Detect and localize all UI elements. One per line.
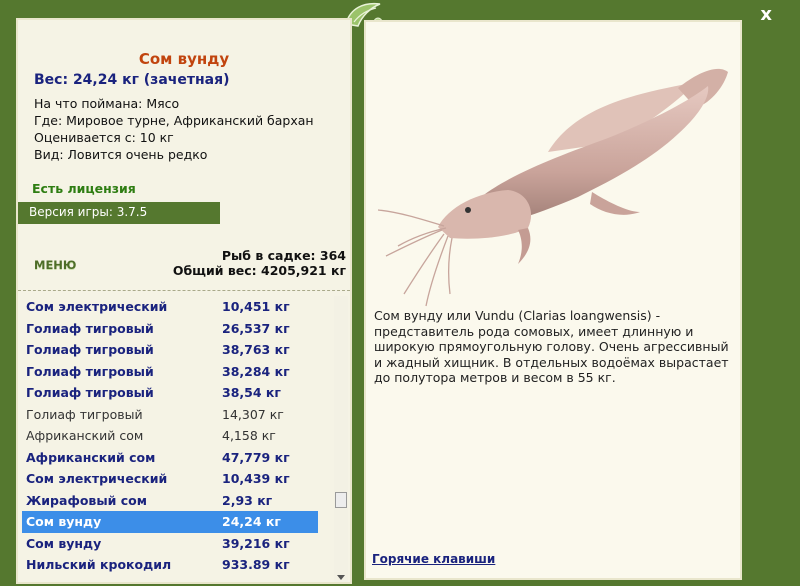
list-item-name: Африканский сом bbox=[26, 449, 156, 465]
list-item[interactable]: Сом электрический 10,439 кг bbox=[22, 468, 318, 490]
cage-count: Рыб в садке: 364 bbox=[221, 248, 346, 263]
list-item[interactable]: Африканский сом 4,158 кг bbox=[22, 425, 318, 447]
total-weight: Общий вес: 4205,921 кг bbox=[172, 263, 346, 278]
list-item[interactable]: Голиаф тигровый 38,54 кг bbox=[22, 382, 318, 404]
list-item-weight: 38,284 кг bbox=[222, 363, 290, 379]
list-item-weight: 26,537 кг bbox=[222, 320, 290, 336]
list-item-name: Сом вунду bbox=[26, 514, 102, 529]
list-item-name: Голиаф тигровый bbox=[26, 320, 154, 336]
list-item-weight: 4,158 кг bbox=[222, 428, 276, 443]
list-item-name: Голиаф тигровый bbox=[26, 406, 143, 422]
list-item-name: Жирафовый сом bbox=[26, 492, 147, 508]
list-item-weight: 2,93 кг bbox=[222, 492, 273, 508]
list-item-weight: 47,779 кг bbox=[222, 449, 290, 465]
list-item-name: Голиаф тигровый bbox=[26, 342, 154, 357]
fish-detail-panel: Сом вунду или Vundu (Clarias loangwensis… bbox=[364, 20, 742, 580]
list-item[interactable]: Африканский сом 47,779 кг bbox=[22, 447, 318, 469]
list-item[interactable]: Голиаф тигровый 38,763 кг bbox=[22, 339, 318, 361]
catch-list: Сом электрический 10,451 кг Голиаф тигровы… bbox=[18, 296, 330, 576]
list-divider bbox=[18, 290, 350, 291]
version-bar: Версия игры: 3.7.5 bbox=[18, 202, 220, 224]
list-item-selected[interactable]: Сом вунду 24,24 кг bbox=[22, 511, 318, 533]
hotkeys-link[interactable]: Горячие клавиши bbox=[372, 552, 495, 566]
window-frame: x Сом вунду Вес: 24,24 кг (зачетная) На … bbox=[0, 0, 800, 586]
list-item-weight: 14,307 кг bbox=[222, 406, 284, 422]
list-item-weight: 39,216 кг bbox=[222, 535, 290, 551]
list-item[interactable]: Сом вунду 39,216 кг bbox=[22, 533, 318, 555]
list-item-name: Голиаф тигровый bbox=[26, 363, 154, 379]
menu-button[interactable]: МЕНЮ bbox=[34, 258, 76, 272]
fish-description: Сом вунду или Vundu (Clarias loangwensis… bbox=[374, 308, 729, 385]
list-item-name: Сом электрический bbox=[26, 471, 168, 486]
list-item-name: Голиаф тигровый bbox=[26, 385, 154, 400]
scroll-down-icon[interactable] bbox=[337, 575, 345, 580]
list-item-weight: 10,451 кг bbox=[222, 299, 290, 314]
fish-image bbox=[378, 68, 728, 307]
list-item-name: Сом электрический bbox=[26, 299, 168, 314]
list-item[interactable]: Голиаф тигровый 26,537 кг bbox=[22, 318, 318, 340]
fish-title: Сом вунду bbox=[138, 50, 230, 68]
location-info: Где: Мировое турне, Африканский бархан bbox=[34, 113, 314, 128]
license-status: Есть лицензия bbox=[32, 181, 136, 196]
list-scrollbar[interactable] bbox=[334, 296, 348, 582]
list-item[interactable]: Сом электрический 10,451 кг bbox=[22, 296, 318, 318]
bait-info: На что поймана: Мясо bbox=[34, 96, 180, 111]
list-item-name: Африканский сом bbox=[26, 428, 144, 443]
list-item-name: Сом вунду bbox=[26, 535, 102, 551]
scroll-thumb[interactable] bbox=[335, 492, 347, 508]
rating-info: Оценивается с: 10 кг bbox=[34, 130, 174, 145]
rarity-info: Вид: Ловится очень редко bbox=[34, 147, 208, 162]
list-item[interactable]: Нильский крокодил 933.89 кг bbox=[22, 554, 318, 576]
list-item-weight: 38,54 кг bbox=[222, 385, 281, 400]
list-item-weight: 10,439 кг bbox=[222, 471, 290, 486]
list-item[interactable]: Голиаф тигровый 38,284 кг bbox=[22, 361, 318, 383]
list-item[interactable]: Жирафовый сом 2,93 кг bbox=[22, 490, 318, 512]
list-item-weight: 38,763 кг bbox=[222, 342, 290, 357]
fish-weight: Вес: 24,24 кг (зачетная) bbox=[34, 72, 230, 88]
list-item-name: Нильский крокодил bbox=[26, 557, 172, 572]
close-button[interactable]: x bbox=[760, 4, 772, 25]
list-item-weight: 24,24 кг bbox=[222, 514, 281, 529]
cage-stats: Рыб в садке: 364 Общий вес: 4205,921 кг bbox=[173, 248, 346, 278]
list-item[interactable]: Голиаф тигровый 14,307 кг bbox=[22, 404, 318, 426]
fish-info-panel: Сом вунду Вес: 24,24 кг (зачетная) На чт… bbox=[16, 18, 352, 584]
list-item-weight: 933.89 кг bbox=[222, 557, 290, 572]
